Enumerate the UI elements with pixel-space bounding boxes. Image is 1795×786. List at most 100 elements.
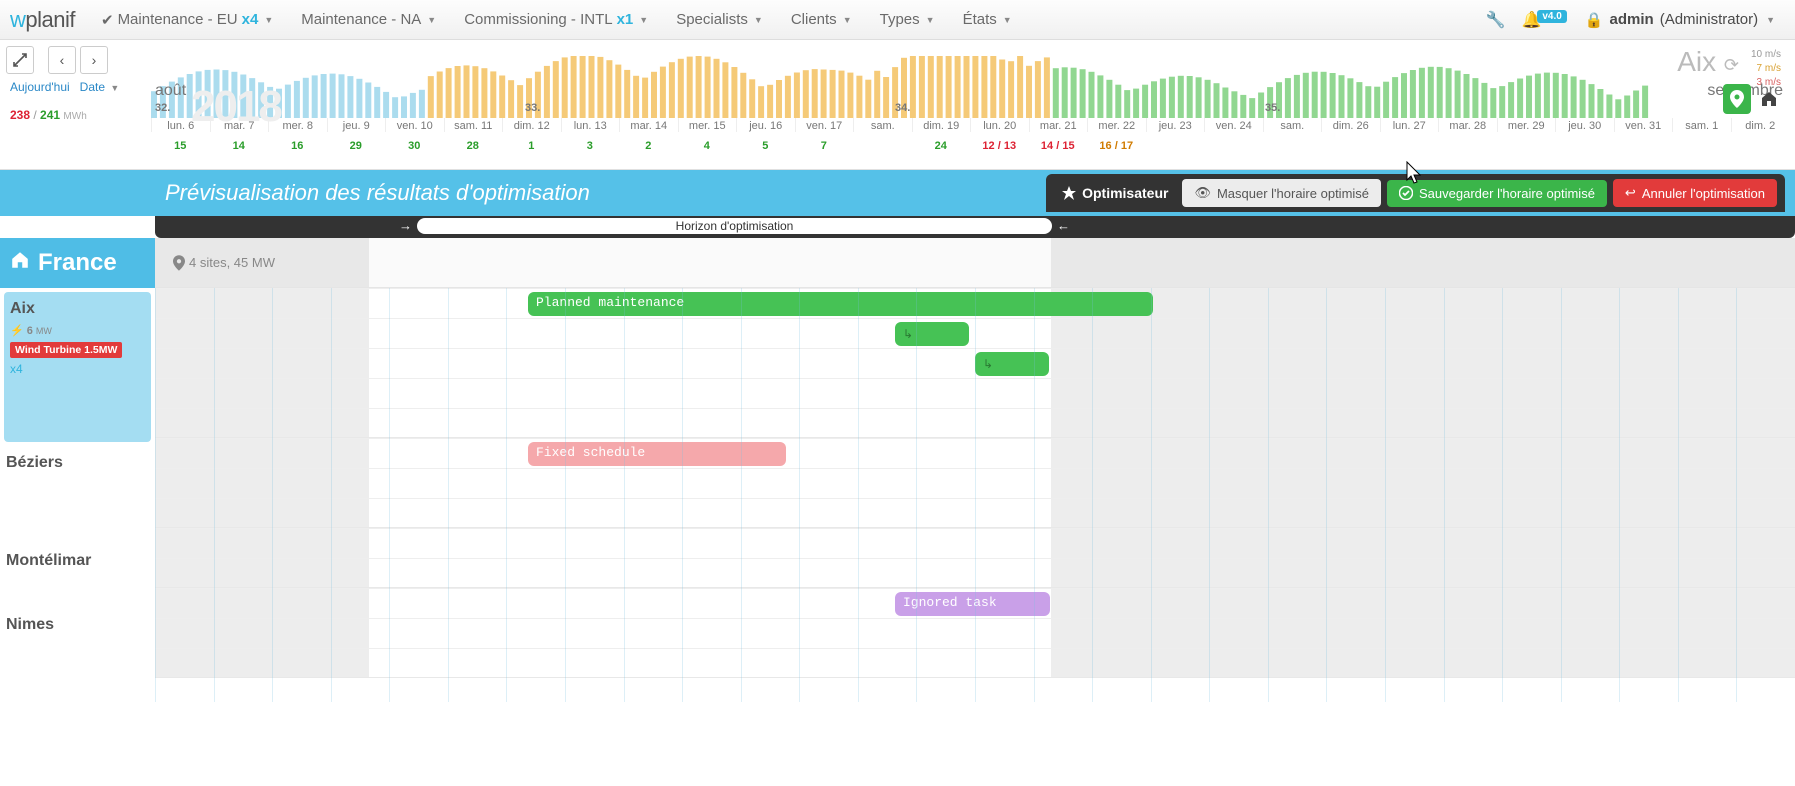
- location-label: Aix ⟳: [1677, 46, 1739, 78]
- chevron-down-icon: ▼: [754, 15, 763, 25]
- nav-types[interactable]: Types▼: [866, 0, 949, 40]
- expand-button[interactable]: [6, 46, 34, 74]
- day-header[interactable]: ven. 17: [795, 118, 854, 132]
- chevron-down-icon: ▼: [427, 15, 436, 25]
- day-header[interactable]: sam. 1: [1672, 118, 1731, 132]
- day-header[interactable]: mer. 22: [1087, 118, 1146, 132]
- hide-optimized-button[interactable]: 👁 Masquer l'horaire optimisé: [1182, 179, 1381, 207]
- next-button[interactable]: ›: [80, 46, 108, 74]
- energy-summary: 238 / 241 MWh: [6, 108, 151, 122]
- timeline-toolbar: ‹ › Aujourd'hui Date ▼ 238 / 241 MWh Aix…: [0, 40, 1795, 170]
- timeline-header[interactable]: Aix ⟳ 10 m/s 7 m/s 3 m/s 2018 août septe…: [151, 46, 1789, 176]
- day-header[interactable]: dim. 12: [502, 118, 561, 132]
- day-header[interactable]: mar. 7: [210, 118, 269, 132]
- site-power: ⚡ 6 MW: [10, 324, 141, 337]
- day-header[interactable]: mar. 21: [1029, 118, 1088, 132]
- secondary-value: [1497, 140, 1556, 152]
- site-name: Nimes: [6, 616, 145, 634]
- bell-icon[interactable]: 🔔v4.0: [1513, 10, 1574, 30]
- map-pin-button[interactable]: [1723, 84, 1751, 114]
- site-count-link[interactable]: x4: [10, 362, 141, 376]
- task-subtask-1[interactable]: ↳: [895, 322, 969, 346]
- site-nimes[interactable]: Nimes: [0, 608, 155, 702]
- optimizer-controls: Optimisateur 👁 Masquer l'horaire optimis…: [1046, 174, 1785, 212]
- nav-maintenance-na[interactable]: Maintenance - NA▼: [287, 0, 450, 40]
- day-header[interactable]: jeu. 30: [1555, 118, 1614, 132]
- refresh-icon[interactable]: ⟳: [1724, 55, 1739, 75]
- task-fixed-schedule[interactable]: Fixed schedule: [528, 442, 786, 466]
- secondary-value: 24: [912, 140, 971, 152]
- home-button[interactable]: [1755, 84, 1783, 114]
- secondary-value: [1555, 140, 1614, 152]
- secondary-value: 16 / 17: [1087, 140, 1146, 152]
- day-header[interactable]: sam.: [853, 118, 912, 132]
- bolt-icon: ⚡: [10, 324, 24, 337]
- day-header[interactable]: lun. 20: [970, 118, 1029, 132]
- date-picker-link[interactable]: Date ▼: [80, 80, 120, 94]
- country-header[interactable]: France: [0, 238, 155, 288]
- nav-clients[interactable]: Clients▼: [777, 0, 866, 40]
- optimizer-header: Prévisualisation des résultats d'optimis…: [0, 170, 1795, 216]
- horizon-bar[interactable]: Horizon d'optimisation: [417, 218, 1052, 234]
- secondary-value: 2: [619, 140, 678, 152]
- task-subtask-2[interactable]: ↳: [975, 352, 1049, 376]
- country-name: France: [38, 249, 117, 277]
- prev-button[interactable]: ‹: [48, 46, 76, 74]
- day-header[interactable]: dim. 19: [912, 118, 971, 132]
- day-header[interactable]: jeu. 23: [1146, 118, 1205, 132]
- site-aix[interactable]: Aix ⚡ 6 MW Wind Turbine 1.5MW x4: [4, 292, 151, 442]
- wrench-icon[interactable]: 🔧: [1478, 10, 1514, 30]
- day-header[interactable]: dim. 2: [1731, 118, 1790, 132]
- secondary-value: 7: [795, 140, 854, 152]
- cancel-optimization-button[interactable]: ↩ Annuler l'optimisation: [1613, 179, 1777, 207]
- gantt-row-aix: Planned maintenance ↳ ↳: [155, 288, 1795, 438]
- day-header[interactable]: mer. 29: [1497, 118, 1556, 132]
- day-header[interactable]: jeu. 16: [736, 118, 795, 132]
- secondary-value: 5: [736, 140, 795, 152]
- day-header[interactable]: lun. 27: [1380, 118, 1439, 132]
- day-header[interactable]: lun. 13: [561, 118, 620, 132]
- nav-etats[interactable]: États▼: [949, 0, 1026, 40]
- gantt-row-beziers: Fixed schedule: [155, 438, 1795, 528]
- day-header[interactable]: mer. 8: [268, 118, 327, 132]
- user-menu[interactable]: 🔒 admin (Administrator) ▼: [1575, 11, 1785, 29]
- nav-commissioning-intl[interactable]: Commissioning - INTL x1 ▼: [450, 0, 662, 40]
- day-header[interactable]: mar. 28: [1438, 118, 1497, 132]
- day-header[interactable]: ven. 10: [385, 118, 444, 132]
- day-header[interactable]: mar. 14: [619, 118, 678, 132]
- day-header[interactable]: mer. 15: [678, 118, 737, 132]
- horizon-bar-wrap: → Horizon d'optimisation ←: [155, 216, 1795, 238]
- day-header[interactable]: ven. 24: [1204, 118, 1263, 132]
- day-header[interactable]: sam.: [1263, 118, 1322, 132]
- secondary-value: [1146, 140, 1205, 152]
- country-info-row: 4 sites, 45 MW: [155, 238, 1795, 288]
- gantt-area[interactable]: 4 sites, 45 MW Planned maintenance ↳ ↳ F…: [155, 238, 1795, 702]
- save-optimized-button[interactable]: Sauvegarder l'horaire optimisé: [1387, 180, 1607, 207]
- secondary-value: [1204, 140, 1263, 152]
- week-number: 33.: [525, 102, 540, 114]
- day-header[interactable]: sam. 11: [444, 118, 503, 132]
- month-label-left: août: [155, 82, 186, 100]
- site-montelimar[interactable]: Montélimar: [0, 544, 155, 608]
- secondary-value: 14: [210, 140, 269, 152]
- site-beziers[interactable]: Béziers: [0, 446, 155, 544]
- version-badge: v4.0: [1537, 10, 1566, 23]
- task-planned-maintenance[interactable]: Planned maintenance: [528, 292, 1153, 316]
- secondary-value: 1: [502, 140, 561, 152]
- day-header[interactable]: dim. 26: [1321, 118, 1380, 132]
- chevron-down-icon: ▼: [843, 15, 852, 25]
- day-header[interactable]: lun. 6: [151, 118, 210, 132]
- secondary-value: 28: [444, 140, 503, 152]
- nav-maintenance-eu[interactable]: ✔ Maintenance - EU x4 ▼: [87, 0, 287, 40]
- secondary-value: [1380, 140, 1439, 152]
- nav-specialists[interactable]: Specialists▼: [662, 0, 777, 40]
- today-link[interactable]: Aujourd'hui: [10, 80, 70, 94]
- day-header[interactable]: ven. 31: [1614, 118, 1673, 132]
- week-number: 34.: [895, 102, 910, 114]
- secondary-value: [1614, 140, 1673, 152]
- secondary-value: 3: [561, 140, 620, 152]
- chevron-down-icon: ▼: [264, 15, 273, 25]
- task-ignored[interactable]: Ignored task: [895, 592, 1050, 616]
- day-header[interactable]: jeu. 9: [327, 118, 386, 132]
- secondary-value: 14 / 15: [1029, 140, 1088, 152]
